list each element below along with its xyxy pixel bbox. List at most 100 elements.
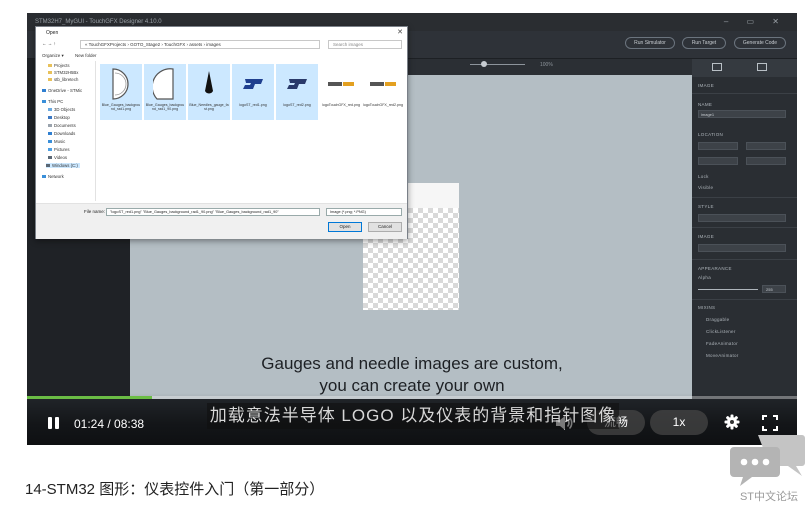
rp-alpha-value: 255 xyxy=(766,287,773,292)
zoom-level: 100% xyxy=(540,62,553,68)
rp-divider xyxy=(692,259,797,260)
rp-mixin-item: FadeAnimator xyxy=(706,341,738,346)
rp-divider xyxy=(692,93,797,94)
touchgfx-logo-thumbnail xyxy=(368,66,398,102)
file-name-input: "logoST_red1.png" "Blue_Gauges_backgroun… xyxy=(106,208,320,216)
properties-tab-icon xyxy=(712,63,722,71)
window-controls: – ▭ ✕ xyxy=(723,17,787,26)
rp-label-mixins: MIXINS xyxy=(698,305,716,310)
generate-code-button: Generate Code xyxy=(734,37,786,49)
organize-menu: Organize ▾ xyxy=(42,53,64,58)
dialog-file-grid: Blue_Gauges_background_rad1.png Blue_Gau… xyxy=(100,64,403,194)
tree-item: 3D Objects xyxy=(48,107,75,112)
folder-icon xyxy=(48,124,52,128)
fullscreen-icon xyxy=(762,415,778,431)
rp-name-value: image1 xyxy=(701,112,715,117)
gauge-background-90-thumbnail xyxy=(150,66,180,102)
folder-icon xyxy=(48,78,52,82)
rp-mixin-item: MoveAnimator xyxy=(706,353,739,358)
st-logo-thumbnail xyxy=(282,66,312,102)
tree-item: This PC xyxy=(42,99,63,104)
progress-bar[interactable] xyxy=(27,396,797,399)
video-icon xyxy=(48,156,52,160)
tree-item: STM32H5Bx xyxy=(48,70,78,75)
folder-icon xyxy=(48,71,52,75)
rp-divider xyxy=(692,227,797,228)
rp-y-field xyxy=(746,142,786,150)
tree-item: stb_libretech xyxy=(48,77,78,82)
folder-icon xyxy=(48,116,52,120)
file-name: Blue_Needles_gauge_fast.png xyxy=(189,103,229,112)
dialog-toolbar: Organize ▾ New folder xyxy=(36,51,407,61)
gauge-background-thumbnail xyxy=(106,66,136,102)
st-logo-thumbnail xyxy=(238,66,268,102)
rp-w-field xyxy=(698,157,738,165)
tree-item: Projects xyxy=(48,63,70,68)
video-subtitle: 加载意法半导体 LOGO 以及仪表的背景和指针图像 xyxy=(207,403,619,429)
path-box: « TouchGFXProjects › GOTO_Stage2 › Touch… xyxy=(80,40,320,49)
settings-button[interactable] xyxy=(724,414,740,430)
file-name: logoST_red2.png xyxy=(283,103,311,107)
file-type-select: Image (*.png; *.PNG) xyxy=(326,208,402,216)
folder-icon xyxy=(48,64,52,68)
pause-icon xyxy=(55,417,59,429)
file-name: logoTouchGFX_red2.png xyxy=(363,103,403,107)
tree-item: Windows (C:) xyxy=(46,163,80,168)
file-item: Blue_Gauges_background_rad1_90.png xyxy=(144,64,186,120)
file-name: logoST_red1.png xyxy=(239,103,267,107)
rp-style-select xyxy=(698,214,786,222)
drive-icon xyxy=(46,164,50,168)
rp-lock: Lock xyxy=(698,174,709,179)
new-folder-button: New folder xyxy=(75,53,97,58)
rp-label-name: NAME xyxy=(698,102,713,107)
rp-label-style: STYLE xyxy=(698,204,714,209)
tree-item: Downloads xyxy=(48,131,75,136)
rp-section-image: IMAGE xyxy=(698,83,715,88)
chat-bubble-icon xyxy=(730,435,805,486)
zoom-slider-handle xyxy=(481,61,487,67)
needle-thumbnail xyxy=(194,66,224,102)
pause-button[interactable] xyxy=(47,416,61,430)
tree-item: Network xyxy=(42,174,64,179)
run-target-button: Run Target xyxy=(682,37,726,49)
rp-label-appearance: APPEARANCE xyxy=(698,266,732,271)
playback-time: 01:24 / 08:38 xyxy=(74,417,145,431)
music-icon xyxy=(48,140,52,144)
nav-arrows-icon: ← → ↑ xyxy=(42,41,56,46)
rp-alpha-field: 255 xyxy=(762,285,786,293)
rp-alpha: Alpha xyxy=(698,275,712,280)
tree-item: Desktop xyxy=(48,115,70,120)
tree-item: Documents xyxy=(48,123,76,128)
network-icon xyxy=(42,175,46,179)
pause-icon xyxy=(48,417,52,429)
rp-divider xyxy=(692,299,797,300)
tree-item: Music xyxy=(48,139,65,144)
file-item: logoST_red1.png xyxy=(232,64,274,120)
rp-label-image: IMAGE xyxy=(698,234,715,239)
picture-icon xyxy=(48,148,52,152)
touchgfx-logo-thumbnail xyxy=(326,66,356,102)
run-simulator-button: Run Simulator xyxy=(625,37,675,49)
rp-name-field: image1 xyxy=(698,110,786,118)
rp-mixin-item: Draggable xyxy=(706,317,730,322)
download-icon xyxy=(48,132,52,136)
interactions-tab-icon xyxy=(757,63,767,71)
rp-divider xyxy=(692,197,797,198)
rp-visible: Visible xyxy=(698,185,714,190)
rp-label-location: LOCATION xyxy=(698,132,724,137)
file-name-label: File name: xyxy=(84,209,106,214)
rp-image-select xyxy=(698,244,786,252)
file-item: logoST_red2.png xyxy=(276,64,318,120)
file-name: Blue_Gauges_background_rad1.png xyxy=(101,103,141,112)
cloud-icon xyxy=(42,89,46,93)
open-button: Open xyxy=(328,222,362,232)
properties-tabs xyxy=(692,59,797,77)
speed-button[interactable]: 1x xyxy=(650,410,708,435)
file-name: logoTouchGFX_red.png xyxy=(322,103,360,107)
tree-item: Videos xyxy=(48,155,67,160)
tree-item: Pictures xyxy=(48,147,70,152)
file-item: logoTouchGFX_red2.png xyxy=(362,64,404,120)
video-title[interactable]: 14-STM32 图形：仪表控件入门（第一部分） xyxy=(25,478,324,499)
video-player[interactable]: STM32H7_MyGUI - TouchGFX Designer 4.10.0… xyxy=(27,13,797,445)
fullscreen-button[interactable] xyxy=(762,415,778,431)
